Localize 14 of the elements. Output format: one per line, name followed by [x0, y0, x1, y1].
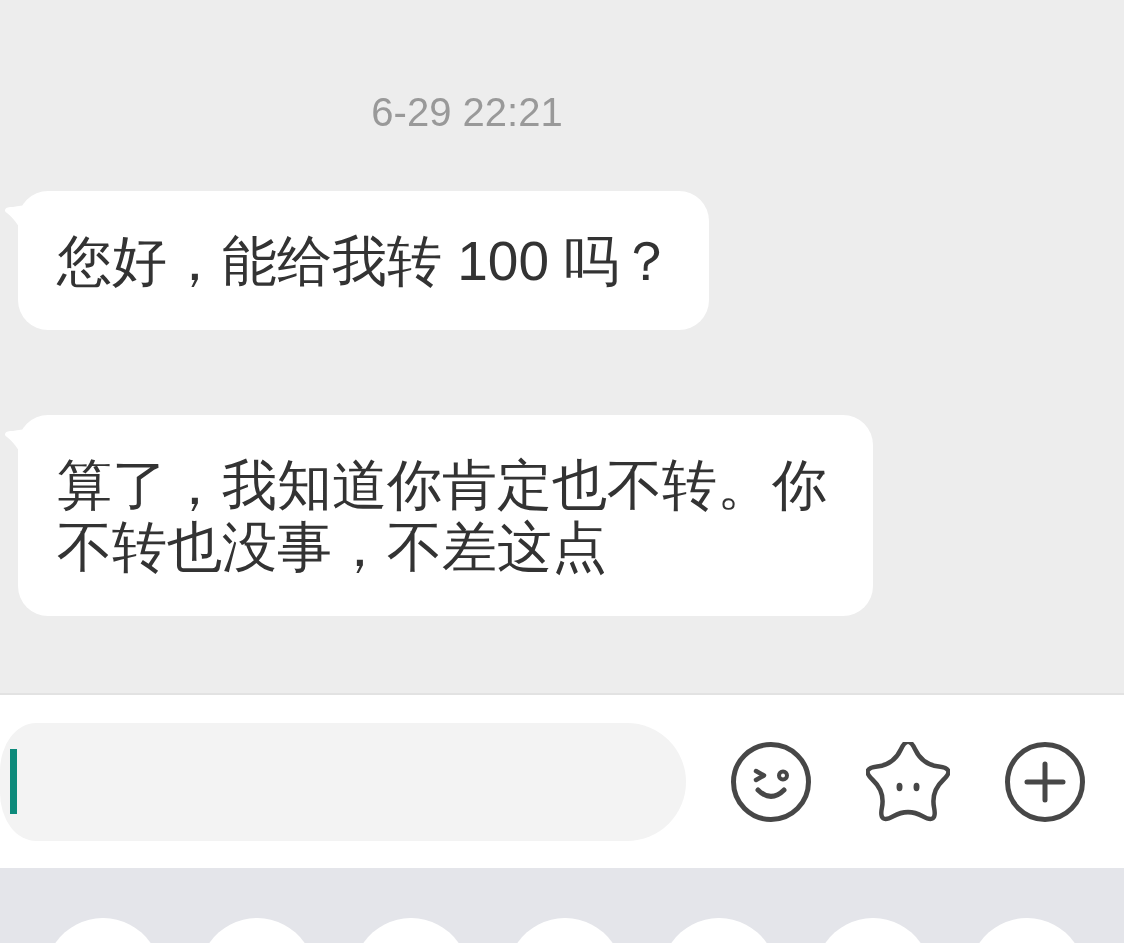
message-input[interactable] — [0, 722, 686, 841]
round-button[interactable] — [55, 918, 151, 943]
message-bubble: 您好，能给我转 100 吗？ — [5, 191, 710, 330]
add-icon[interactable] — [1005, 741, 1085, 822]
message-bubble: 算了，我知道你肯定也不转。你不转也没事，不差这点 — [5, 415, 873, 616]
smiley-icon[interactable] — [731, 741, 811, 822]
round-button[interactable] — [517, 918, 613, 943]
star-face-icon[interactable] — [866, 741, 950, 822]
round-button[interactable] — [671, 918, 767, 943]
message-timestamp: 6-29 22:21 — [371, 89, 563, 136]
round-button[interactable] — [209, 918, 305, 943]
round-button[interactable] — [979, 918, 1075, 943]
round-button[interactable] — [363, 918, 459, 943]
round-button[interactable] — [825, 918, 921, 943]
